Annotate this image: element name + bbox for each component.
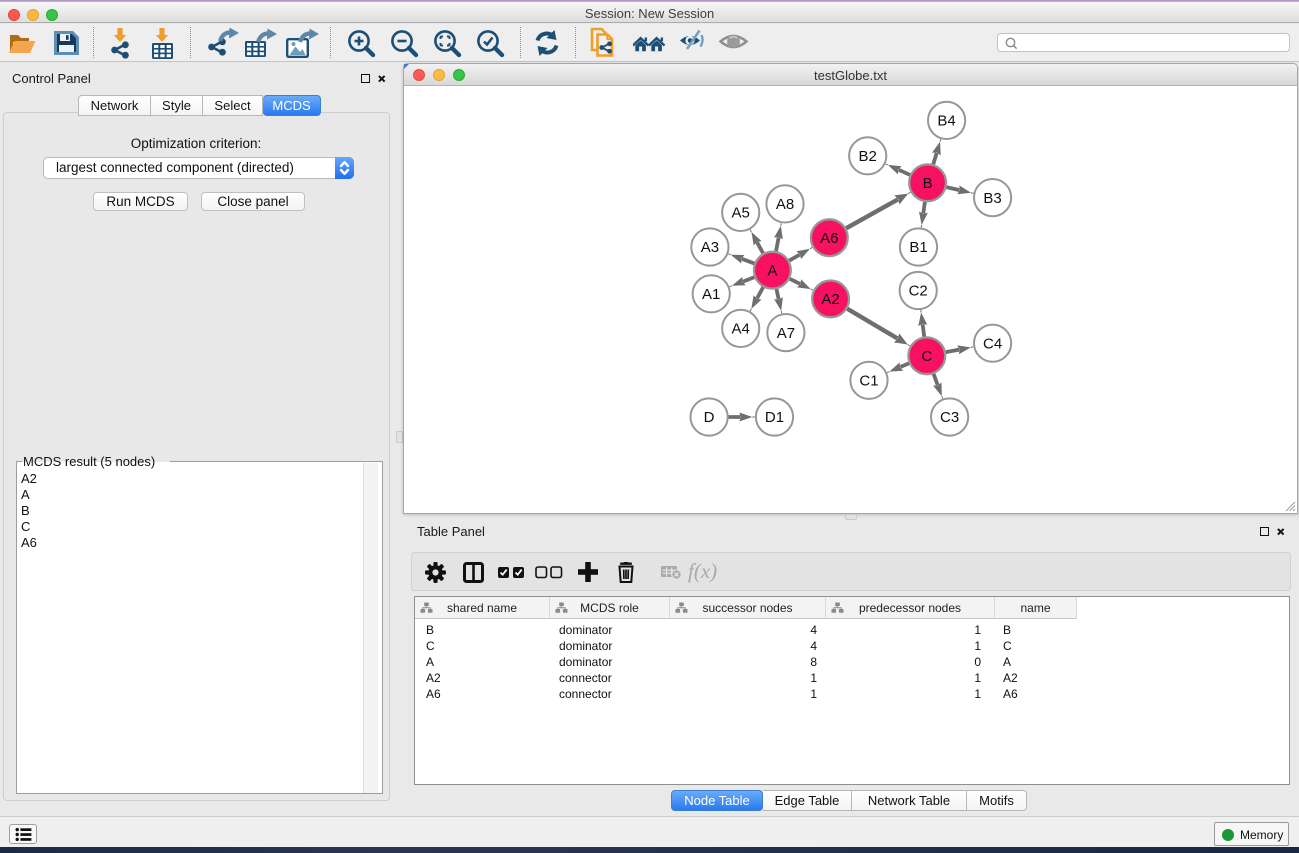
- svg-text:B4: B4: [937, 113, 955, 130]
- svg-text:A3: A3: [701, 239, 719, 256]
- svg-text:A1: A1: [702, 286, 720, 303]
- svg-text:A8: A8: [776, 196, 794, 213]
- svg-text:A2: A2: [821, 291, 839, 308]
- svg-text:B: B: [923, 175, 933, 192]
- svg-text:D: D: [704, 409, 715, 426]
- svg-text:B2: B2: [859, 148, 877, 165]
- svg-text:D1: D1: [765, 409, 784, 426]
- svg-text:C1: C1: [859, 373, 878, 390]
- svg-text:C: C: [921, 348, 932, 365]
- svg-text:B1: B1: [909, 239, 927, 256]
- svg-text:C4: C4: [983, 335, 1002, 352]
- svg-text:A4: A4: [732, 321, 750, 338]
- svg-text:C3: C3: [940, 409, 959, 426]
- svg-text:B3: B3: [983, 190, 1001, 207]
- svg-text:A7: A7: [777, 325, 795, 342]
- svg-text:A: A: [767, 262, 777, 279]
- svg-text:A6: A6: [820, 230, 838, 247]
- svg-text:A5: A5: [732, 205, 750, 222]
- svg-text:C2: C2: [909, 283, 928, 300]
